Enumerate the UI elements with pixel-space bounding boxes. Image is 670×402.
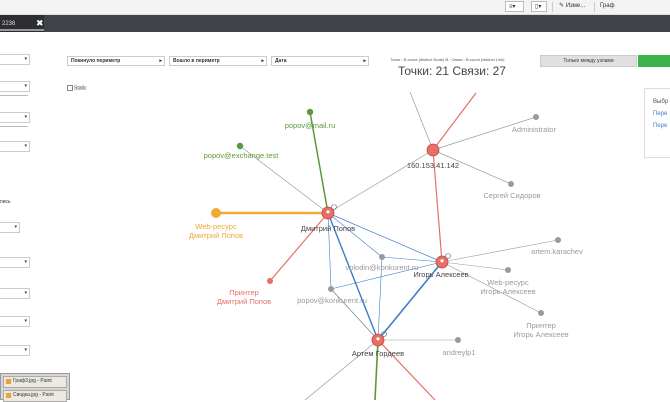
graph-node-label: artem.karachev: [531, 247, 583, 256]
graph-node-popov_mail[interactable]: popov@mail.ru: [285, 108, 336, 130]
graph-node-label: Принтер Игорь Алексеев: [513, 321, 568, 339]
graph-node-label: andreylp1: [443, 348, 476, 357]
taskbar-item-paint-1[interactable]: Граф3.jpg - Paint: [3, 376, 67, 388]
graph-node-label: volodin@konkurent.ru: [345, 263, 418, 272]
graph-node-label: Сергей Сидоров: [483, 191, 540, 200]
person-icon: [376, 337, 380, 341]
graph-edge-ip-out1[interactable]: [432, 92, 477, 151]
paint-icon: [6, 393, 11, 398]
graph-node-karachev[interactable]: artem.karachev: [531, 237, 583, 256]
graph-node-gordeev[interactable]: Артем Гордеев: [352, 331, 404, 359]
graph-node-marker[interactable]: [508, 181, 514, 187]
graph-edge-ialekseev-volodin[interactable]: [381, 256, 443, 263]
graph-node-admin[interactable]: Administrator: [512, 114, 557, 134]
graph-node-label: Дмитрий Попов: [301, 224, 355, 233]
graph-node-printer_popov[interactable]: Принтер Дмитрий Попов: [217, 278, 273, 306]
graph-node-marker[interactable]: [455, 337, 461, 343]
graph-node-web_alekseev[interactable]: Web-ресурс Игорь Алексеев: [480, 267, 536, 296]
graph-edge-ip-out2[interactable]: [409, 91, 434, 151]
paint-icon: [6, 379, 11, 384]
taskbar-item-label: Граф3.jpg - Paint: [13, 378, 52, 384]
graph-node-marker[interactable]: [306, 108, 314, 116]
graph-node-printer_alekseev[interactable]: Принтер Игорь Алексеев: [513, 310, 569, 339]
graph-node-label: Принтер Дмитрий Попов: [217, 288, 271, 306]
taskbar-item-paint-2[interactable]: Сводка.jpg - Paint: [3, 390, 67, 402]
graph-node-marker[interactable]: [236, 142, 244, 150]
graph-node-volodin[interactable]: volodin@konkurent.ru: [345, 254, 419, 272]
graph-node-label: Web-ресурс Игорь Алексеев: [480, 278, 535, 296]
graph-node-marker[interactable]: [379, 254, 385, 260]
graph-node-label: Артем Гордеев: [352, 349, 404, 358]
graph-node-label: 160.153.41.142: [407, 161, 459, 170]
graph-node-label: Игорь Алексеев: [413, 270, 468, 279]
graph-edge-dpopov-ip[interactable]: [327, 149, 434, 214]
graph-node-sidorov[interactable]: Сергей Сидоров: [483, 181, 541, 200]
person-icon: [440, 259, 444, 263]
graph-node-marker[interactable]: [267, 278, 273, 284]
graph-node-label: popov@exchange.test: [204, 151, 280, 160]
expand-ring-icon[interactable]: [445, 253, 451, 259]
graph-node-dpopov[interactable]: Дмитрий Попов: [301, 204, 355, 234]
graph-canvas[interactable]: popov@mail.ru popov@exchange.test Web-ресу…: [0, 0, 670, 400]
graph-node-marker[interactable]: [328, 286, 334, 292]
graph-edge-ialekseev-web_alekseev[interactable]: [441, 261, 509, 271]
graph-node-marker[interactable]: [538, 310, 544, 316]
taskbar-item-label: Сводка.jpg - Paint: [13, 392, 54, 398]
graph-node-popov_exch[interactable]: popov@exchange.test: [204, 142, 280, 160]
graph-node-label: Administrator: [512, 125, 557, 134]
graph-nodes: popov@mail.ru popov@exchange.test Web-ресу…: [189, 108, 583, 359]
graph-node-label: popov@konkurent.ru: [297, 296, 367, 305]
expand-ring-icon[interactable]: [331, 204, 337, 210]
person-icon: [326, 210, 330, 214]
graph-node-marker[interactable]: [555, 237, 561, 243]
graph-node-ialekseev[interactable]: Игорь Алексеев: [413, 253, 469, 280]
graph-node-marker[interactable]: [426, 143, 440, 157]
graph-node-marker[interactable]: [533, 114, 539, 120]
graph-node-marker[interactable]: [211, 208, 221, 218]
graph-node-popov_konk[interactable]: popov@konkurent.ru: [297, 286, 367, 305]
taskbar: Граф3.jpg - Paint Сводка.jpg - Paint: [0, 373, 70, 402]
graph-node-marker[interactable]: [505, 267, 511, 273]
graph-node-label: popov@mail.ru: [285, 121, 336, 130]
graph-node-label: Web-ресурс Дмитрий Попов: [189, 222, 243, 240]
